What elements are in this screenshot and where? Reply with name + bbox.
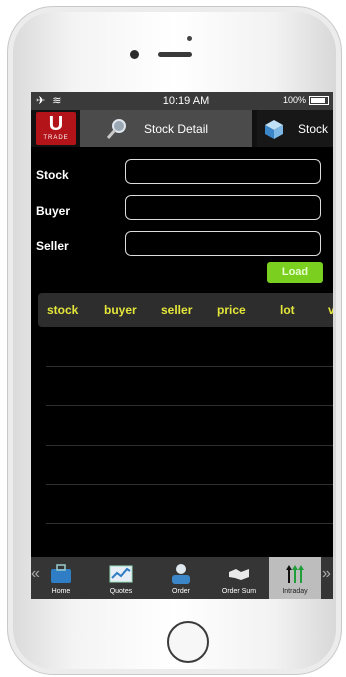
nav-item-intraday[interactable]: Intraday <box>269 557 321 599</box>
column-header-v[interactable]: v <box>328 303 333 317</box>
handshake-icon <box>229 569 249 580</box>
nav-item-order-sum[interactable]: Order Sum <box>217 557 261 599</box>
tab-stock-detail-label: Stock Detail <box>144 121 209 136</box>
trades-table: stock buyer seller price lot v <box>38 293 333 557</box>
column-header-buyer[interactable]: buyer <box>104 303 137 317</box>
column-header-price[interactable]: price <box>217 303 246 317</box>
nav-item-order[interactable]: Order <box>165 557 197 599</box>
front-sensor <box>187 36 192 41</box>
front-camera <box>130 50 139 59</box>
buyer-label: Buyer <box>36 204 71 218</box>
load-button[interactable]: Load <box>267 262 323 283</box>
table-row-divider <box>46 523 333 524</box>
app-header: U TRADE Stock Detail Stock <box>31 110 333 147</box>
table-row-divider <box>46 484 333 485</box>
column-header-seller[interactable]: seller <box>161 303 192 317</box>
nav-intraday-label: Intraday <box>282 588 308 595</box>
column-header-lot[interactable]: lot <box>280 303 295 317</box>
logo-letter: U <box>48 113 64 135</box>
nav-next-arrow[interactable]: » <box>322 565 331 583</box>
bottom-nav: « Home Quotes Order Order Sum Intraday » <box>31 557 333 599</box>
buyer-input[interactable] <box>125 195 321 220</box>
tab-stock-label: Stock <box>298 121 329 136</box>
battery-percent: 100% <box>282 95 306 105</box>
status-bar: ✈ ≋ 10:19 AM 100% <box>31 92 333 110</box>
airplane-wifi-icons: ✈ ≋ <box>36 95 64 107</box>
status-time: 10:19 AM <box>162 95 210 107</box>
nav-order-label: Order <box>172 588 190 595</box>
logo-text: TRADE <box>43 135 69 141</box>
nav-item-quotes[interactable]: Quotes <box>103 557 139 599</box>
magnifier-icon <box>106 118 126 139</box>
table-row-divider <box>46 405 333 406</box>
table-row-divider <box>46 366 333 367</box>
stock-input[interactable] <box>125 159 321 184</box>
cube-icon <box>265 119 283 139</box>
home-button[interactable] <box>167 621 209 663</box>
seller-input[interactable] <box>125 231 321 256</box>
tab-stock[interactable]: Stock <box>257 110 333 147</box>
nav-home-label: Home <box>51 588 71 595</box>
briefcase-icon <box>51 564 71 583</box>
tab-stock-detail[interactable]: Stock Detail <box>80 110 252 147</box>
battery-indicator: 100% <box>283 95 329 105</box>
app-screen: ✈ ≋ 10:19 AM 100% U TRADE Stock Detail S… <box>31 92 333 599</box>
chart-icon <box>109 565 133 583</box>
stock-label: Stock <box>36 168 69 182</box>
utrade-logo[interactable]: U TRADE <box>36 112 76 145</box>
battery-icon <box>309 95 329 105</box>
table-header: stock buyer seller price lot v <box>38 293 333 327</box>
nav-item-home[interactable]: Home <box>45 557 77 599</box>
up-arrows-icon <box>286 565 304 583</box>
column-header-stock[interactable]: stock <box>47 303 78 317</box>
nav-order-sum-label: Order Sum <box>221 588 257 595</box>
user-order-icon <box>172 564 190 584</box>
nav-quotes-label: Quotes <box>109 588 133 595</box>
earpiece-speaker <box>158 52 192 57</box>
nav-prev-arrow[interactable]: « <box>31 565 40 583</box>
table-row-divider <box>46 445 333 446</box>
seller-label: Seller <box>36 239 69 253</box>
